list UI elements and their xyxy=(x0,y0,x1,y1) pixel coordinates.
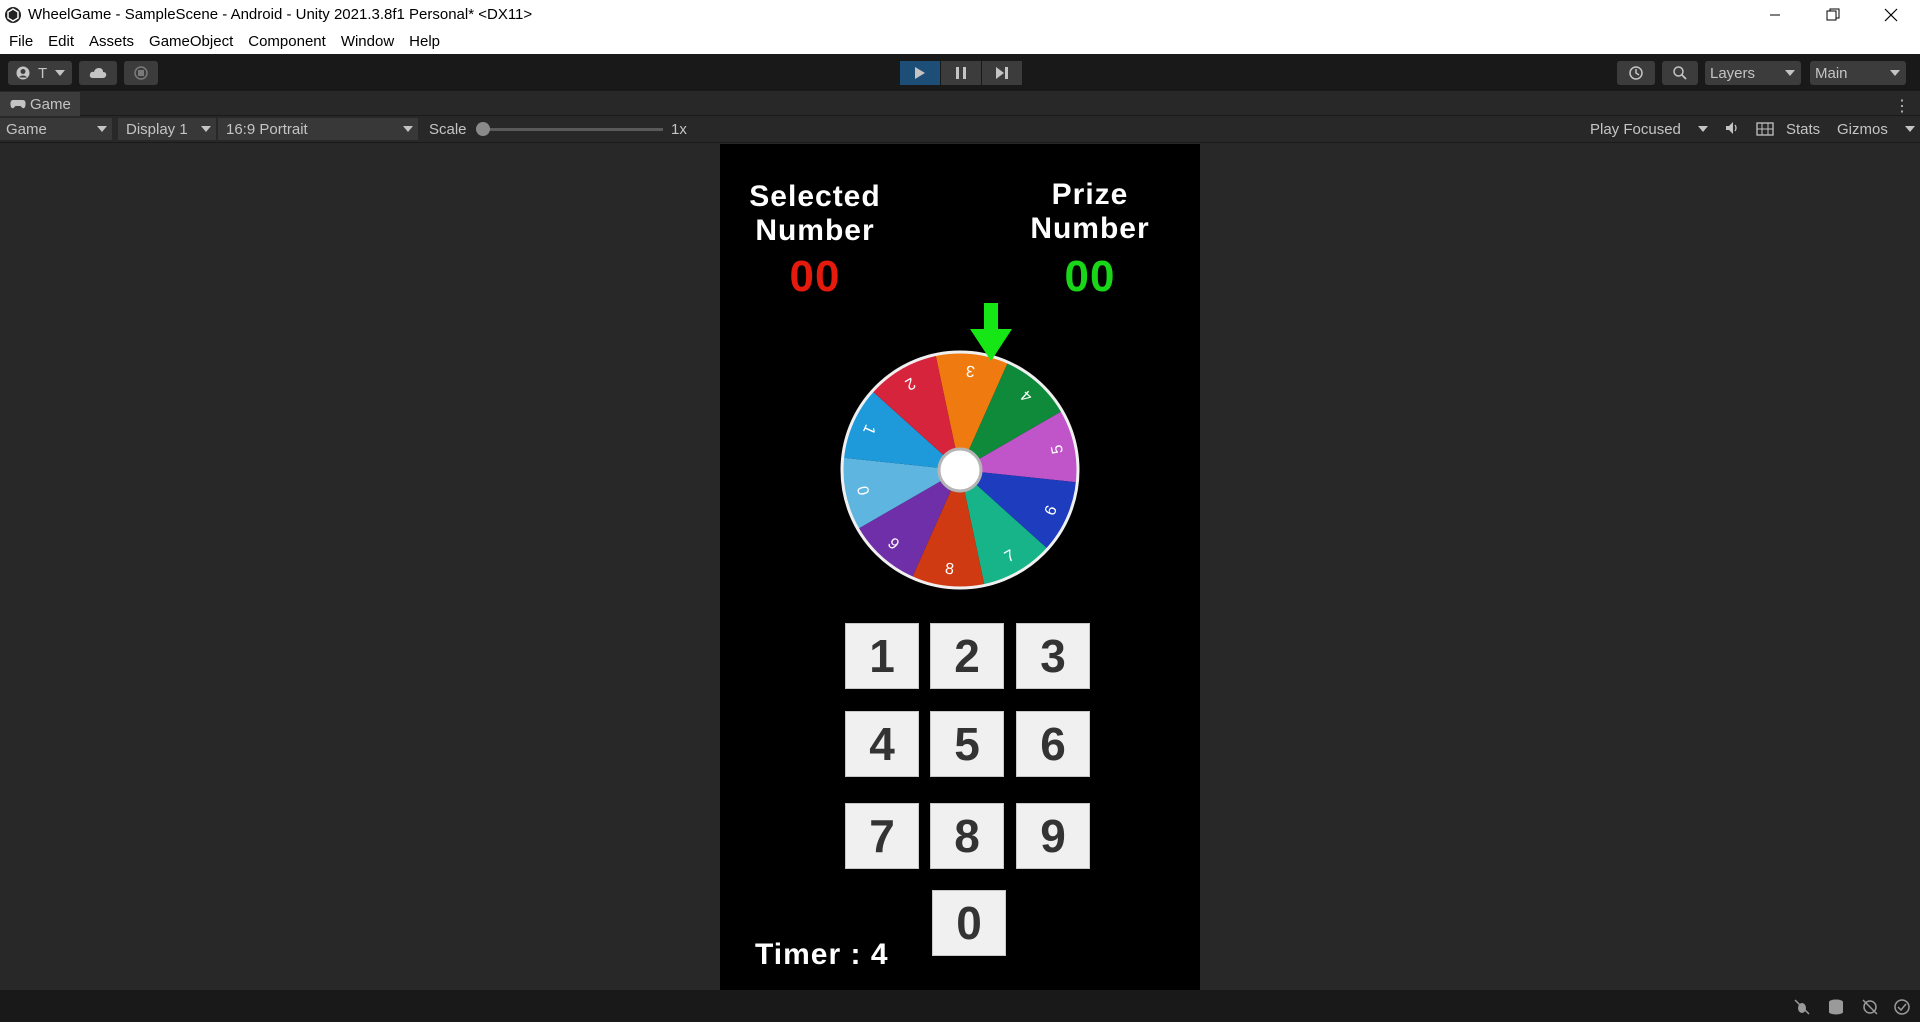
display-label: Display 1 xyxy=(126,120,188,138)
keypad-button-5[interactable]: 5 xyxy=(930,711,1004,777)
keypad-button-6[interactable]: 6 xyxy=(1016,711,1090,777)
keypad-button-9[interactable]: 9 xyxy=(1016,803,1090,869)
restore-icon[interactable] xyxy=(1804,0,1862,29)
play-icon xyxy=(915,67,925,79)
scale-label: Scale xyxy=(429,121,467,138)
chevron-down-icon xyxy=(1785,70,1795,76)
selected-number-label: Selected Number xyxy=(720,180,910,248)
search-icon xyxy=(1673,66,1687,80)
play-focus-label: Play Focused xyxy=(1590,120,1681,138)
game-viewport: Selected Number 00 Prize Number 00 34567… xyxy=(0,144,1920,990)
selected-number-value: 00 xyxy=(789,252,841,301)
cloud-button[interactable] xyxy=(79,61,117,85)
chevron-down-icon xyxy=(403,126,413,132)
prize-number-value: 00 xyxy=(1064,252,1116,301)
view-mode-dropdown[interactable]: Game xyxy=(0,118,112,140)
view-mode-label: Game xyxy=(6,120,47,138)
check-icon[interactable] xyxy=(1893,998,1911,1016)
menu-edit[interactable]: Edit xyxy=(48,33,74,50)
account-label: T xyxy=(38,64,48,82)
play-focus-dropdown[interactable]: Play Focused xyxy=(1577,118,1713,140)
keypad-button-8[interactable]: 8 xyxy=(930,803,1004,869)
chevron-down-icon xyxy=(55,70,66,76)
menu-file[interactable]: File xyxy=(9,33,33,50)
wheel-center-hub xyxy=(937,447,983,493)
debug-icon[interactable] xyxy=(1793,998,1811,1016)
more-options-icon[interactable]: ⋮ xyxy=(1894,96,1910,116)
chevron-down-icon xyxy=(1698,126,1708,132)
layout-label: Main xyxy=(1815,64,1848,82)
scale-value: 1x xyxy=(671,121,687,138)
chevron-down-icon xyxy=(1905,126,1915,132)
cache-server-icon[interactable] xyxy=(1827,998,1845,1016)
gamepad-icon xyxy=(10,100,26,109)
pause-icon xyxy=(956,67,966,79)
close-icon[interactable] xyxy=(1862,0,1920,29)
stats-button[interactable]: Stats xyxy=(1786,121,1820,138)
main-toolbar: T Layers Main xyxy=(0,54,1920,91)
selected-label-line2: Number xyxy=(755,214,875,247)
spin-wheel[interactable]: 3456789012 xyxy=(840,344,1080,590)
collab-button[interactable] xyxy=(124,61,158,85)
status-bar xyxy=(0,990,1920,1022)
scale-slider-track[interactable] xyxy=(483,128,663,131)
wheel-pointer-icon xyxy=(970,303,1012,361)
play-button[interactable] xyxy=(900,61,940,85)
step-icon xyxy=(996,67,1008,79)
grid-icon[interactable] xyxy=(1756,122,1774,136)
undo-history-button[interactable] xyxy=(1617,61,1655,85)
window-title: WheelGame - SampleScene - Android - Unit… xyxy=(28,6,533,23)
wheel-segment-label: 3 xyxy=(965,362,976,380)
menu-component[interactable]: Component xyxy=(248,33,326,50)
display-dropdown[interactable]: Display 1 xyxy=(118,118,216,140)
prize-label-line2: Number xyxy=(1030,212,1150,245)
keypad-button-3[interactable]: 3 xyxy=(1016,623,1090,689)
keypad-button-7[interactable]: 7 xyxy=(845,803,919,869)
menu-gameobject[interactable]: GameObject xyxy=(149,33,233,50)
chevron-down-icon xyxy=(1890,70,1900,76)
history-icon xyxy=(1629,66,1643,80)
minimize-icon[interactable] xyxy=(1746,0,1804,29)
search-button[interactable] xyxy=(1662,61,1698,85)
layers-dropdown[interactable]: Layers xyxy=(1705,61,1801,85)
menu-bar: File Edit Assets GameObject Component Wi… xyxy=(0,29,1920,54)
audio-mute-icon[interactable] xyxy=(1724,120,1740,136)
chevron-down-icon xyxy=(97,126,107,132)
gizmos-dropdown[interactable]: Gizmos xyxy=(1831,118,1920,140)
keypad-button-0[interactable]: 0 xyxy=(932,890,1006,956)
keypad-button-1[interactable]: 1 xyxy=(845,623,919,689)
keypad-button-4[interactable]: 4 xyxy=(845,711,919,777)
step-button[interactable] xyxy=(982,61,1022,85)
game-canvas[interactable]: Selected Number 00 Prize Number 00 34567… xyxy=(720,144,1200,990)
title-bar: WheelGame - SampleScene - Android - Unit… xyxy=(0,0,1920,29)
collab-icon xyxy=(134,66,148,80)
account-dropdown[interactable]: T xyxy=(8,61,72,85)
tab-bar: Game ⋮ xyxy=(0,92,1920,116)
menu-window[interactable]: Window xyxy=(341,33,394,50)
unity-logo-icon xyxy=(5,6,21,23)
layout-dropdown[interactable]: Main xyxy=(1810,61,1906,85)
prize-number-label: Prize Number xyxy=(1005,178,1175,246)
pause-button[interactable] xyxy=(941,61,981,85)
timer-label: Timer : 4 xyxy=(755,938,889,971)
game-view-toolbar: Game Display 1 16:9 Portrait Scale 1x Pl… xyxy=(0,116,1920,143)
tab-game-label: Game xyxy=(30,95,71,113)
scale-slider-thumb[interactable] xyxy=(476,122,490,136)
aspect-dropdown[interactable]: 16:9 Portrait xyxy=(218,118,418,140)
gizmos-label: Gizmos xyxy=(1837,120,1888,138)
cloud-icon xyxy=(89,68,107,78)
account-icon xyxy=(16,66,30,80)
layers-label: Layers xyxy=(1710,64,1756,82)
menu-help[interactable]: Help xyxy=(409,33,440,50)
selected-label-line1: Selected xyxy=(749,180,881,213)
tab-game[interactable]: Game xyxy=(0,92,80,116)
prize-label-line1: Prize xyxy=(1051,178,1129,211)
auto-generate-lighting-icon[interactable] xyxy=(1861,998,1879,1016)
aspect-label: 16:9 Portrait xyxy=(226,120,308,138)
keypad-button-2[interactable]: 2 xyxy=(930,623,1004,689)
wheel-segment-label: 8 xyxy=(944,561,955,579)
menu-assets[interactable]: Assets xyxy=(89,33,134,50)
chevron-down-icon xyxy=(201,126,211,132)
